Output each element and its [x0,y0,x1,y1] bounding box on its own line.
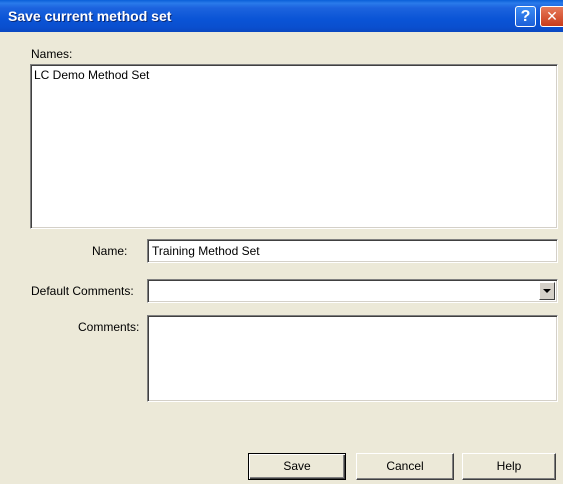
default-comments-dropdown[interactable] [147,279,558,303]
comments-label: Comments: [78,320,140,334]
help-question-icon[interactable]: ? [515,6,536,27]
name-label: Name: [92,244,128,258]
name-input-value: Training Method Set [152,244,260,258]
close-icon[interactable]: ✕ [540,6,563,27]
cancel-button[interactable]: Cancel [356,453,454,480]
dropdown-button[interactable] [539,282,555,300]
names-list[interactable]: LC Demo Method Set [30,64,558,229]
names-label: Names: [31,47,73,61]
default-comments-label: Default Comments: [31,284,134,298]
dialog-window: Save current method set ? ✕ Names: LC De… [0,0,563,484]
names-list-item[interactable]: LC Demo Method Set [34,68,149,82]
comments-textarea[interactable] [147,315,558,402]
save-button[interactable]: Save [248,453,346,480]
name-input[interactable]: Training Method Set [147,239,558,263]
help-button[interactable]: Help [462,453,556,480]
title-bar[interactable]: Save current method set ? ✕ [0,0,563,32]
chevron-down-icon [543,289,551,293]
dialog-title: Save current method set [8,8,172,24]
